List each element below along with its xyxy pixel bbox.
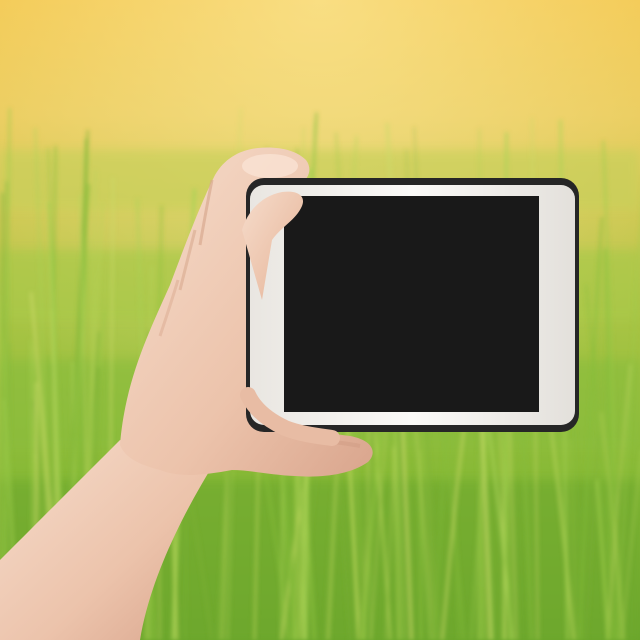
smartphone-icon (246, 178, 579, 432)
photo-scene (0, 0, 640, 640)
photo-canvas (0, 0, 640, 640)
